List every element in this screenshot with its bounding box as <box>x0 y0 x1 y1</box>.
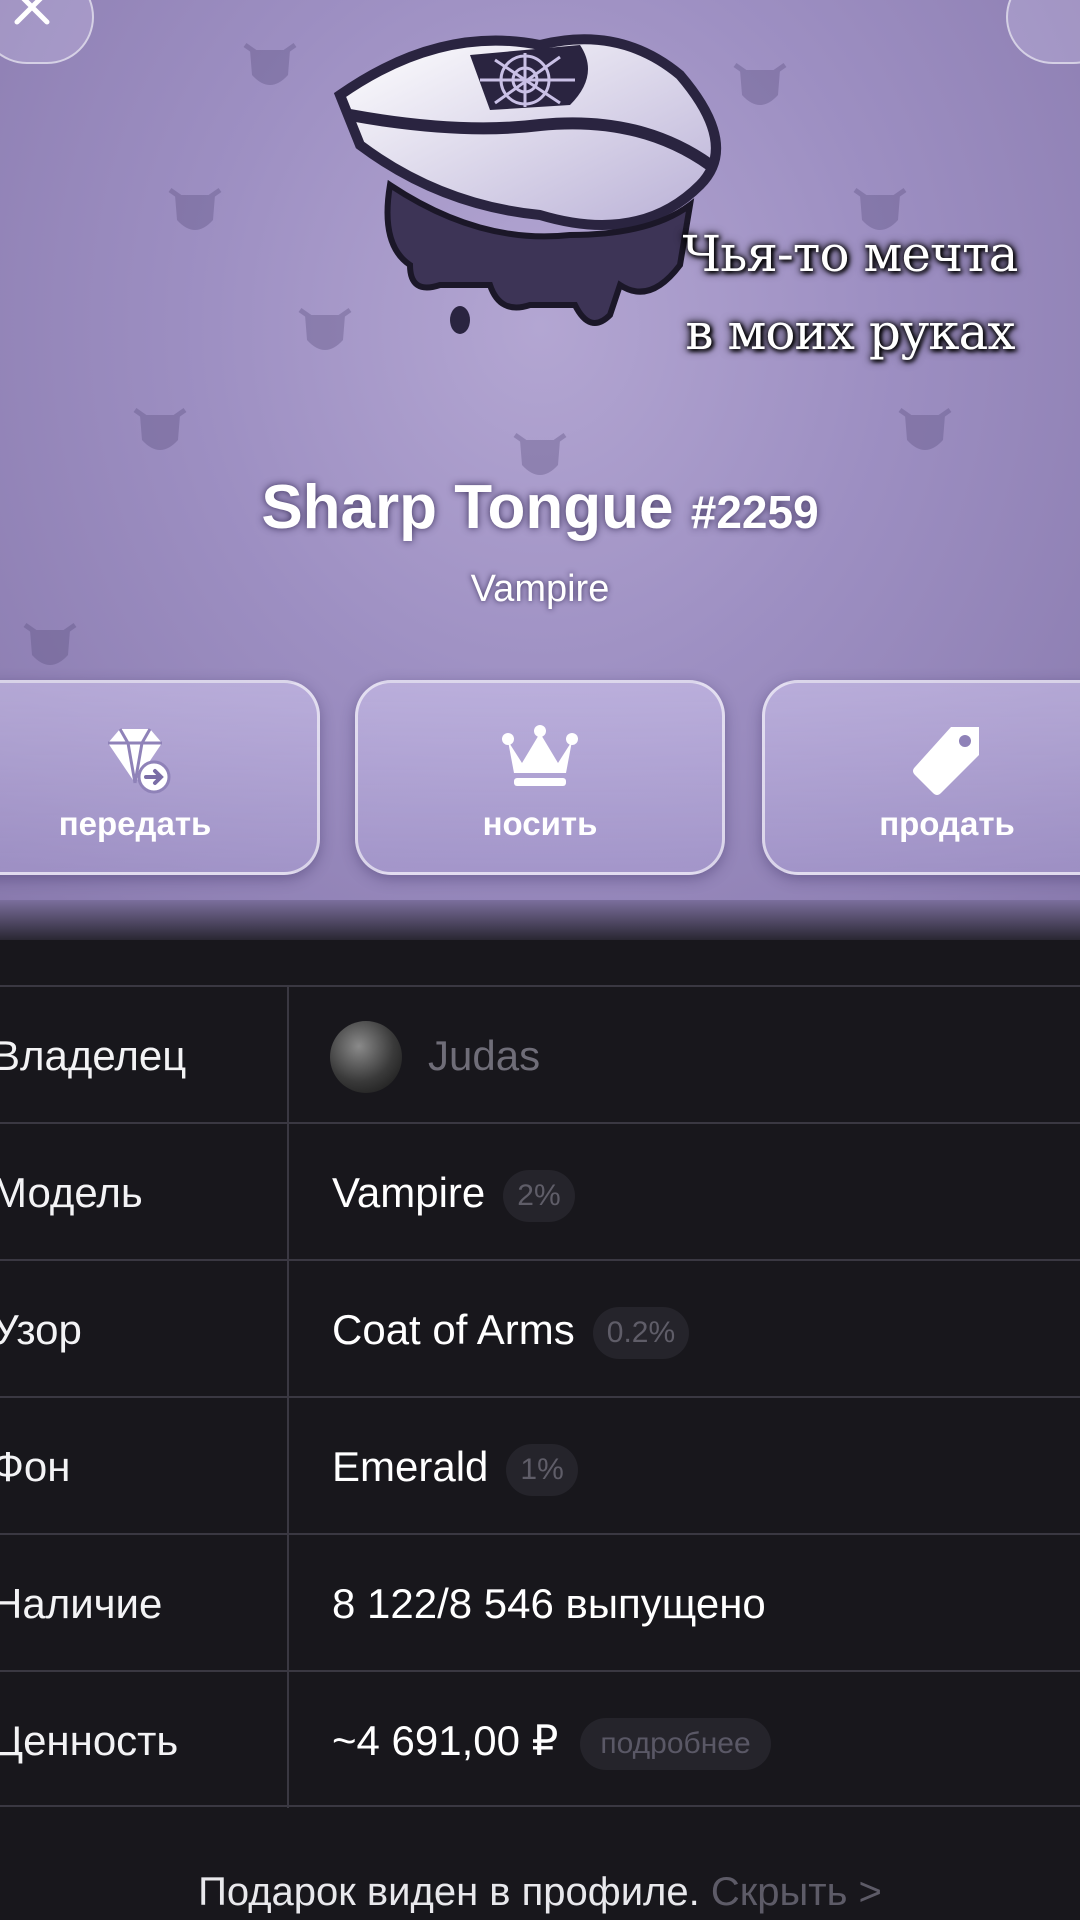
model-row: Модель Vampire 2% <box>0 1122 1080 1259</box>
worth-amount: ~4 691,00 ₽ <box>332 1717 559 1764</box>
close-button[interactable] <box>0 0 94 64</box>
pattern-value: Coat of Arms 0.2% <box>332 1261 690 1398</box>
more-button[interactable] <box>1006 0 1080 64</box>
pattern-row: Узор Coat of Arms 0.2% <box>0 1259 1080 1396</box>
availability-key: Наличие <box>0 1580 163 1627</box>
video-caption: Чья-то мечта в моих руках <box>650 215 1050 371</box>
gem-transfer-icon <box>108 728 171 794</box>
caption-line-1: Чья-то мечта <box>682 225 1019 283</box>
owner-row[interactable]: Владелец Judas <box>0 985 1080 1122</box>
model-value: Vampire 2% <box>332 1124 575 1261</box>
sell-label: продать <box>879 805 1015 842</box>
availability-value: 8 122/8 546 выпущено <box>332 1580 766 1627</box>
worth-key: Ценность <box>0 1717 179 1764</box>
visibility-text: Подарок виден в профиле. <box>198 1870 700 1914</box>
background-value: Emerald 1% <box>332 1398 578 1535</box>
worth-row: Ценность ~4 691,00 ₽ подробнее <box>0 1670 1080 1807</box>
model-key: Модель <box>0 1169 143 1216</box>
gift-title: Sharp Tongue #2259 <box>0 472 1080 543</box>
wear-button[interactable]: носить <box>355 680 725 875</box>
gift-name: Sharp Tongue <box>261 473 674 542</box>
background-rarity-badge: 1% <box>506 1443 578 1496</box>
close-icon <box>14 0 50 25</box>
gift-model-subtitle: Vampire <box>470 568 610 610</box>
wear-label: носить <box>482 805 598 842</box>
coat-of-arms-pattern-icon <box>23 622 77 665</box>
price-tag-icon <box>913 727 979 795</box>
avatar[interactable] <box>330 1021 402 1093</box>
caption-line-2: в моих руках <box>685 303 1015 361</box>
gift-details-table: Владелец Judas Модель Vampire 2% Узор Coa… <box>0 985 1080 1807</box>
worth-value: ~4 691,00 ₽ подробнее <box>332 1672 771 1809</box>
sell-button[interactable]: продать <box>762 680 1080 875</box>
owner-name[interactable]: Judas <box>428 987 540 1124</box>
hide-link[interactable]: Скрыть > <box>711 1870 882 1914</box>
worth-details-link[interactable]: подробнее <box>580 1717 771 1770</box>
background-row: Фон Emerald 1% <box>0 1396 1080 1533</box>
transfer-button[interactable]: передать <box>0 680 320 875</box>
coat-of-arms-pattern-icon <box>898 407 952 450</box>
owner-key: Владелец <box>0 1032 187 1079</box>
availability-row: Наличие 8 122/8 546 выпущено <box>0 1533 1080 1670</box>
crown-icon <box>502 725 578 786</box>
coat-of-arms-pattern-icon <box>168 187 222 230</box>
pattern-name: Coat of Arms <box>332 1306 575 1353</box>
visibility-footer: Подарок виден в профиле. Скрыть > <box>0 1870 1080 1915</box>
background-key: Фон <box>0 1443 71 1490</box>
pattern-key: Узор <box>0 1306 82 1353</box>
background-name: Emerald <box>332 1443 489 1490</box>
hero-divider <box>0 900 1080 940</box>
gift-number: #2259 <box>690 486 819 538</box>
table-column-divider <box>287 985 289 1808</box>
coat-of-arms-pattern-icon <box>133 407 187 450</box>
pattern-rarity-badge: 0.2% <box>592 1306 690 1359</box>
gift-hero: Чья-то мечта в моих руках Sharp Tongue #… <box>0 0 1080 935</box>
model-name: Vampire <box>332 1169 486 1216</box>
transfer-label: передать <box>58 805 212 842</box>
model-rarity-badge: 2% <box>503 1169 575 1222</box>
coat-of-arms-pattern-icon <box>243 42 297 85</box>
